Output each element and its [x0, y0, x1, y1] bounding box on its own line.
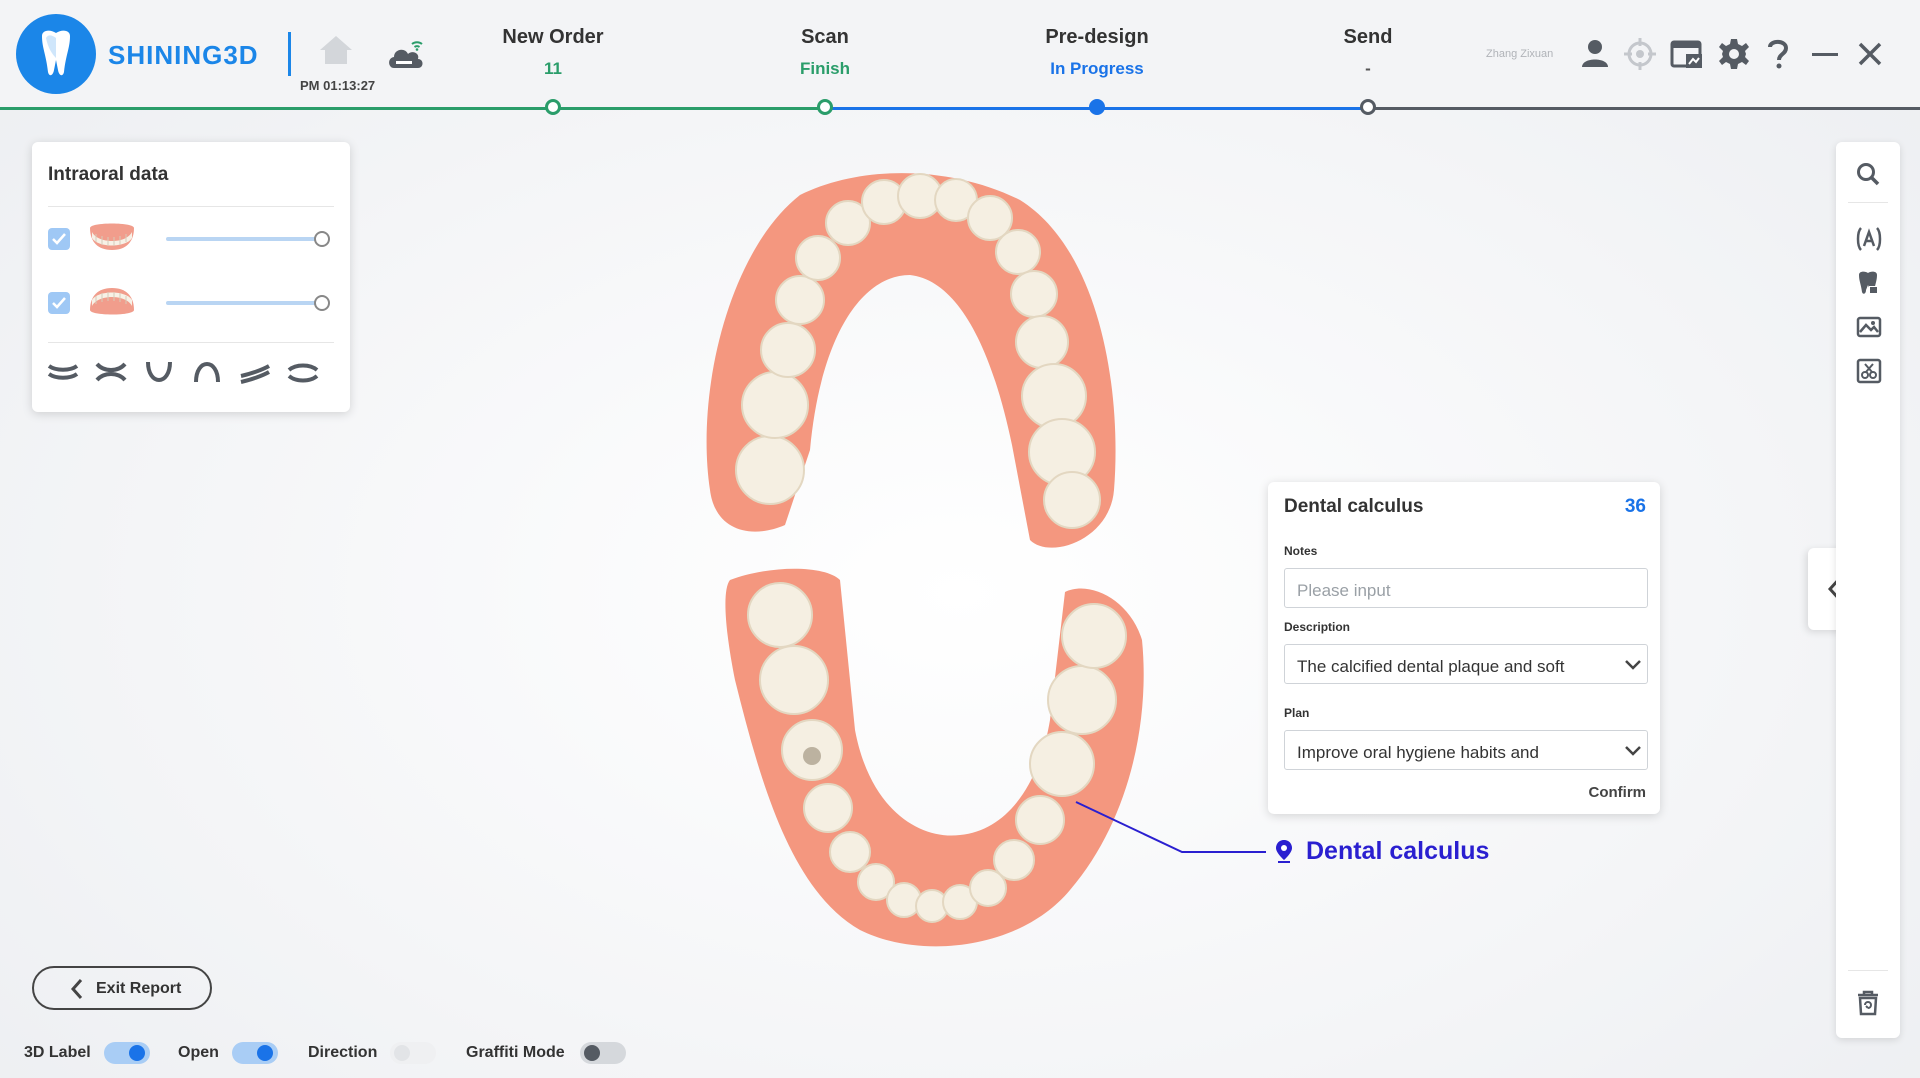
view-left-icon[interactable]	[238, 360, 272, 389]
help-icon[interactable]	[1766, 38, 1790, 75]
plan-select[interactable]: Improve oral hygiene habits and	[1284, 730, 1648, 770]
lower-jaw-thumbnail	[86, 284, 138, 323]
close-icon[interactable]	[1856, 38, 1884, 75]
home-icon[interactable]	[318, 34, 354, 71]
toggle-knob	[394, 1045, 410, 1061]
screenshot-window-icon[interactable]	[1670, 38, 1704, 75]
user-name: Zhang Zixuan	[1486, 48, 1554, 60]
confirm-button[interactable]: Confirm	[1589, 784, 1647, 801]
minimize-icon[interactable]	[1810, 38, 1840, 75]
view-right-icon[interactable]	[286, 360, 320, 389]
upper-jaw-slider-handle[interactable]	[314, 231, 330, 247]
tooth-number: 36	[1624, 496, 1646, 517]
panel-title: Intraoral data	[48, 164, 169, 185]
magnifier-icon[interactable]	[1856, 162, 1880, 191]
step-title: Pre-design	[1045, 26, 1149, 48]
description-select[interactable]: The calcified dental plaque and soft	[1284, 644, 1648, 684]
notes-label: Notes	[1284, 544, 1318, 558]
step-scan[interactable]: Scan Finish	[715, 26, 935, 79]
step-dot-scan	[817, 99, 833, 115]
open-toggle-label: Open	[178, 1044, 219, 1061]
progress-line-pending	[1368, 107, 1920, 110]
step-new-order[interactable]: New Order 11	[443, 26, 663, 79]
view-front-icon[interactable]	[46, 360, 80, 389]
right-toolbar	[1836, 142, 1900, 1038]
calculus-marker	[803, 747, 821, 765]
3d-label-toggle[interactable]	[104, 1042, 150, 1064]
annotation-leader-line	[1070, 796, 1270, 861]
cloud-wifi-icon[interactable]	[386, 36, 426, 77]
3d-label-toggle-label: 3D Label	[24, 1044, 91, 1061]
step-title: New Order	[502, 26, 604, 48]
delete-icon[interactable]	[1856, 990, 1880, 1021]
description-value: The calcified dental plaque and soft	[1297, 657, 1565, 676]
toolbar-divider	[1848, 970, 1888, 971]
target-icon[interactable]	[1624, 38, 1656, 75]
cut-icon[interactable]	[1856, 358, 1882, 389]
direction-toggle[interactable]	[390, 1042, 436, 1064]
upper-jaw-thumbnail	[86, 220, 138, 259]
chevron-left-icon	[70, 978, 84, 1005]
exit-report-button[interactable]: Exit Report	[32, 966, 212, 1010]
plan-value: Improve oral hygiene habits and	[1297, 743, 1539, 762]
3d-dental-model-viewport[interactable]	[690, 160, 1250, 985]
step-title: Scan	[801, 26, 849, 48]
step-status: In Progress	[1050, 59, 1144, 78]
lower-jaw-checkbox[interactable]	[48, 292, 70, 314]
step-dot-send	[1360, 99, 1376, 115]
step-dot-new-order	[545, 99, 561, 115]
graffiti-mode-toggle-label: Graffiti Mode	[466, 1044, 565, 1061]
text-label-icon[interactable]	[1856, 226, 1882, 257]
lower-jaw-opacity-slider[interactable]	[166, 301, 322, 305]
title-bar: SHINING3D PM 01:13:27 New Order 11 Scan …	[0, 0, 1920, 110]
view-open-icon[interactable]	[94, 360, 128, 389]
view-upper-icon[interactable]	[192, 360, 222, 389]
tooth-icon[interactable]	[1856, 270, 1880, 301]
step-status: -	[1365, 59, 1371, 78]
upper-jaw-checkbox[interactable]	[48, 228, 70, 250]
toolbar-divider	[1848, 202, 1888, 203]
dental-calculus-panel: Dental calculus 36 Notes Please input De…	[1268, 482, 1660, 814]
intraoral-data-panel: Intraoral data	[32, 142, 350, 412]
dental-calculus-3d-label[interactable]: Dental calculus	[1306, 837, 1489, 866]
step-status: 11	[544, 59, 562, 78]
open-toggle[interactable]	[232, 1042, 278, 1064]
brand-name: SHINING3D	[108, 40, 259, 70]
graffiti-mode-toggle[interactable]	[580, 1042, 626, 1064]
notes-input[interactable]: Please input	[1284, 568, 1648, 608]
panel-title: Dental calculus	[1284, 496, 1424, 517]
clock: PM 01:13:27	[300, 78, 376, 93]
divider	[48, 206, 334, 207]
gear-icon[interactable]	[1718, 38, 1750, 75]
logo-divider	[288, 32, 291, 76]
step-pre-design[interactable]: Pre-design In Progress	[987, 26, 1207, 79]
image-gallery-icon[interactable]	[1856, 314, 1882, 345]
step-status: Finish	[799, 59, 851, 78]
step-title: Send	[1343, 26, 1393, 48]
chevron-down-icon[interactable]	[1624, 658, 1642, 676]
chevron-down-icon[interactable]	[1624, 744, 1642, 762]
step-dot-pre-design	[1089, 99, 1105, 115]
upper-jaw-opacity-slider[interactable]	[166, 237, 322, 241]
description-label: Description	[1284, 620, 1351, 634]
user-icon[interactable]	[1580, 38, 1610, 73]
location-pin-icon	[1274, 838, 1294, 869]
toggle-knob	[584, 1045, 600, 1061]
exit-report-label: Exit Report	[96, 980, 182, 997]
direction-toggle-label: Direction	[308, 1044, 378, 1061]
divider	[48, 342, 334, 343]
step-send[interactable]: Send -	[1258, 26, 1478, 79]
view-lower-icon[interactable]	[144, 360, 174, 389]
toggle-knob	[129, 1045, 145, 1061]
shining3d-logo	[16, 14, 96, 94]
toggle-knob	[257, 1045, 273, 1061]
lower-jaw-slider-handle[interactable]	[314, 295, 330, 311]
plan-label: Plan	[1284, 706, 1310, 720]
